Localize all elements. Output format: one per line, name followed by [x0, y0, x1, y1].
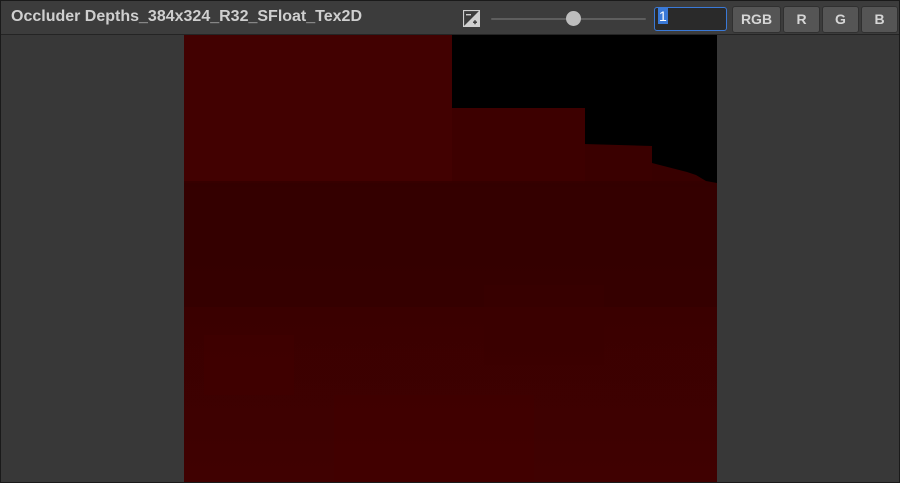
channel-r-button[interactable]: R: [783, 6, 820, 33]
texture-viewer-window: Occluder Depths_384x324_R32_SFloat_Tex2D…: [0, 0, 900, 483]
channel-g-button[interactable]: G: [822, 6, 859, 33]
exposure-value-input[interactable]: 1: [654, 7, 727, 31]
exposure-slider[interactable]: [491, 10, 646, 28]
texture-title: Occluder Depths_384x324_R32_SFloat_Tex2D: [11, 8, 362, 25]
slider-thumb[interactable]: [566, 11, 582, 26]
texture-preview: [184, 35, 717, 482]
exposure-value-text: 1: [658, 8, 668, 24]
viewer-toolbar: Occluder Depths_384x324_R32_SFloat_Tex2D…: [1, 1, 899, 35]
exposure-icon[interactable]: [463, 10, 480, 27]
channel-b-button[interactable]: B: [861, 6, 898, 33]
channel-rgb-button[interactable]: RGB: [732, 6, 781, 33]
